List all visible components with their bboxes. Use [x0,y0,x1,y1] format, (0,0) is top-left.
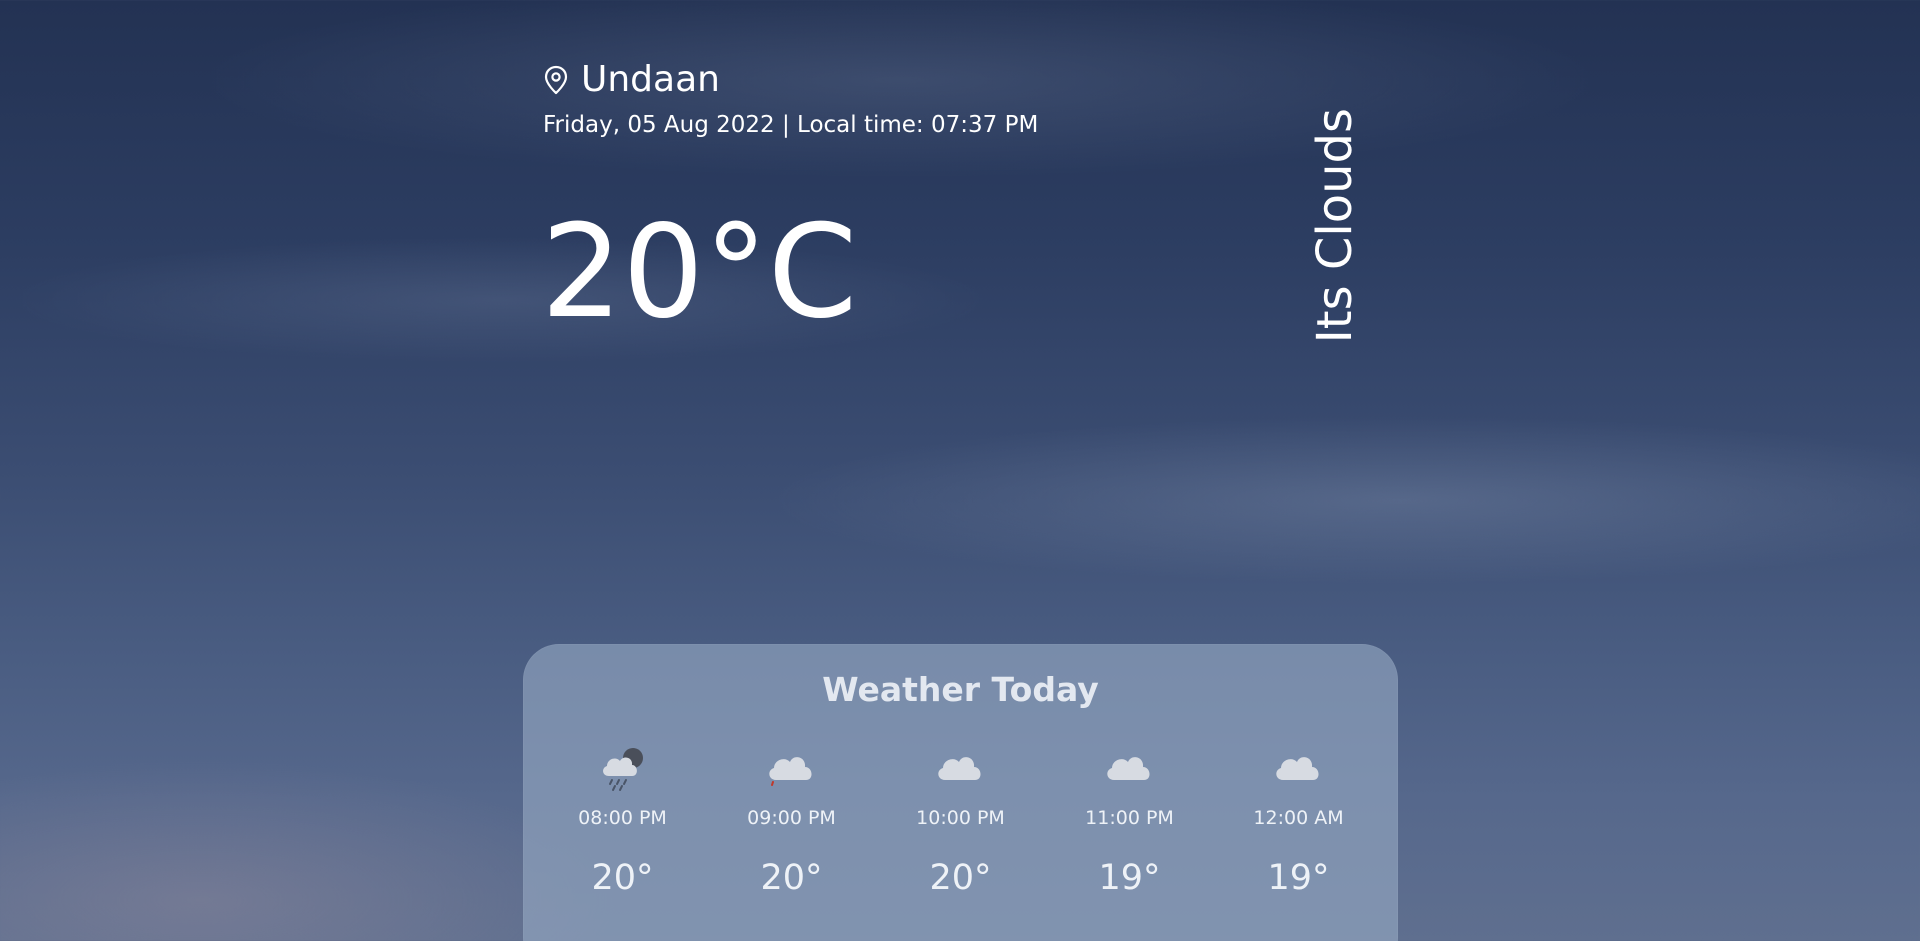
forecast-time: 12:00 AM [1253,807,1344,829]
cloud-icon [768,757,812,786]
weather-today-card: Weather Today 08:00 PM 20° 09:00 PM 20° … [523,644,1398,941]
forecast-temp: 20° [591,858,654,898]
hourly-forecast-item: 11:00 PM 19° [1045,744,1214,898]
hourly-forecast-item: 08:00 PM 20° [538,744,707,898]
forecast-temp: 20° [929,858,992,898]
forecast-temp: 19° [1098,858,1161,898]
cloud-icon [937,757,981,780]
hourly-forecast-item: 12:00 AM 19° [1214,744,1383,898]
forecast-temp: 20° [760,858,823,898]
city-name: Undaan [581,59,720,100]
current-temperature: 20°C [541,198,858,347]
card-title: Weather Today [822,670,1099,709]
location-header: Undaan [543,56,720,104]
rain-cloud-night-icon [602,748,643,791]
hourly-forecast-list: 08:00 PM 20° 09:00 PM 20° 10:00 PM 20° 1… [523,744,1398,898]
local-datetime: Friday, 05 Aug 2022 | Local time: 07:37 … [543,112,1039,138]
forecast-temp: 19° [1267,858,1330,898]
hourly-forecast-item: 10:00 PM 20° [876,744,1045,898]
weather-condition: Its Clouds [1307,108,1363,344]
cloud-icon [1106,757,1150,780]
cloud-icon [1275,757,1319,780]
map-pin-icon [544,65,568,95]
forecast-time: 11:00 PM [1085,807,1174,829]
forecast-time: 09:00 PM [747,807,836,829]
hourly-forecast-item: 09:00 PM 20° [707,744,876,898]
forecast-time: 10:00 PM [916,807,1005,829]
forecast-time: 08:00 PM [578,807,667,829]
